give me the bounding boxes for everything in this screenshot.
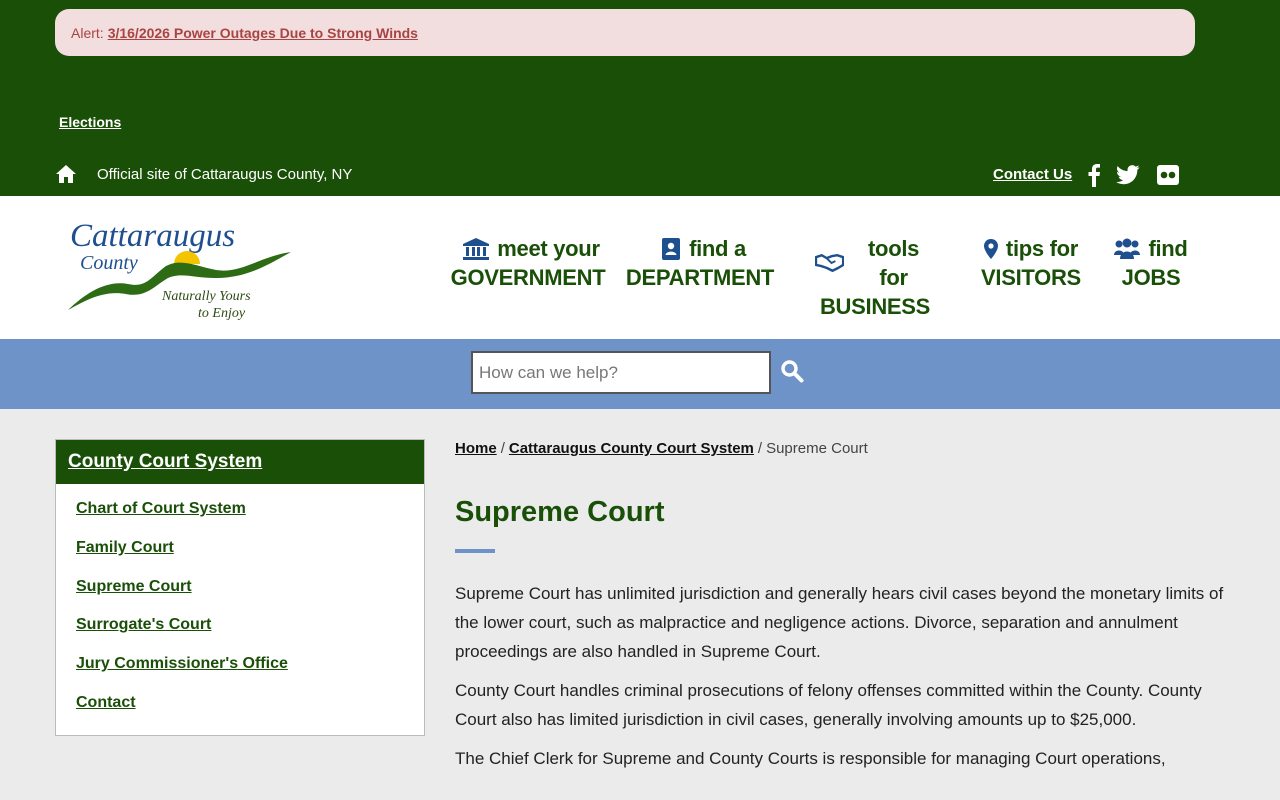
sidebar-header: County Court System xyxy=(56,440,424,484)
sidebar-item: Surrogate's Court xyxy=(76,616,424,655)
breadcrumb: Home / Cattaraugus County Court System / Sup… xyxy=(455,440,1225,462)
sidebar-item: Jury Commissioner's Office xyxy=(76,655,424,694)
sidebar-item: Supreme Court xyxy=(76,578,424,617)
breadcrumb-court-system[interactable]: Cattaraugus County Court System xyxy=(509,440,754,457)
breadcrumb-home[interactable]: Home xyxy=(455,440,497,457)
sidebar-list: Chart of Court System Family Court Supre… xyxy=(56,484,424,733)
nav-line1: tips for xyxy=(1005,236,1079,261)
nav-line1: tools for xyxy=(868,236,920,290)
home-icon[interactable] xyxy=(55,164,77,184)
official-site: Official site of Cattaraugus County, NY xyxy=(55,164,352,184)
logo-tagline-2: to Enjoy xyxy=(198,306,246,321)
alert-banner: Alert: 3/16/2026 Power Outages Due to St… xyxy=(55,9,1195,56)
logo-county: County xyxy=(80,252,138,274)
nav-tools-for-business[interactable]: tools for BUSINESS xyxy=(815,234,935,321)
search-button[interactable] xyxy=(779,358,805,384)
paragraph: County Court handles criminal prosecutio… xyxy=(455,681,1202,729)
sidebar-item-chart-of-court-system[interactable]: Chart of Court System xyxy=(76,500,246,517)
breadcrumb-separator: / xyxy=(500,440,505,457)
alert-link[interactable]: 3/16/2026 Power Outages Due to Strong Wi… xyxy=(108,25,418,41)
nav-line2: VISITORS xyxy=(981,265,1081,290)
sidebar-item: Chart of Court System xyxy=(76,500,424,539)
sidebar-item-surrogates-court[interactable]: Surrogate's Court xyxy=(76,616,211,633)
paragraph: Supreme Court has unlimited jurisdiction… xyxy=(455,584,1224,661)
breadcrumb-separator: / xyxy=(757,440,763,457)
nav-line2: DEPARTMENT xyxy=(625,265,775,290)
nav-line2: GOVERNMENT xyxy=(450,265,606,290)
sidebar-item-supreme-court[interactable]: Supreme Court xyxy=(76,578,192,595)
logo-title: Cattaraugus xyxy=(70,218,235,254)
twitter-icon[interactable] xyxy=(1115,162,1141,188)
users-icon xyxy=(1114,238,1141,259)
nav-tips-for-visitors[interactable]: tips for VISITORS xyxy=(978,234,1084,292)
handshake-icon xyxy=(815,254,845,272)
elections-link[interactable]: Elections xyxy=(59,114,121,130)
nav-line1: find a xyxy=(689,236,746,261)
sidebar-item-jury-commissioner[interactable]: Jury Commissioner's Office xyxy=(76,655,288,672)
facebook-icon[interactable] xyxy=(1081,162,1107,188)
sidebar-item-family-court[interactable]: Family Court xyxy=(76,539,174,556)
main-content: Home / Cattaraugus County Court System / Sup… xyxy=(455,440,1225,773)
sidebar-item: Family Court xyxy=(76,539,424,578)
nav-line2: JOBS xyxy=(1121,265,1181,290)
breadcrumb-current: Supreme Court xyxy=(766,440,868,457)
title-underline xyxy=(455,549,495,553)
logo-tagline-1: Naturally Yours xyxy=(161,289,251,304)
search-input[interactable] xyxy=(471,351,771,394)
nav-line1: find xyxy=(1148,236,1188,261)
nav-line1: meet your xyxy=(497,236,600,261)
nav-find-jobs[interactable]: find JOBS xyxy=(1112,234,1190,292)
nav-meet-your-government[interactable]: meet your GOVERNMENT xyxy=(451,234,608,292)
search-icon xyxy=(781,360,804,383)
address-book-icon xyxy=(662,237,681,260)
page-title: Supreme Court xyxy=(455,496,665,528)
alert-prefix: Alert: xyxy=(71,24,104,41)
sidebar-title-link[interactable]: County Court System xyxy=(68,451,262,473)
county-logo[interactable]: Cattaraugus County Naturally Yours to En… xyxy=(66,218,296,330)
map-pin-icon xyxy=(983,238,998,259)
contact-us-link[interactable]: Contact Us xyxy=(993,166,1072,183)
flickr-icon[interactable] xyxy=(1155,162,1181,188)
sidebar-item-contact[interactable]: Contact xyxy=(76,694,136,711)
nav-find-a-department[interactable]: find a DEPARTMENT xyxy=(626,234,777,292)
nav-line2: BUSINESS xyxy=(819,294,931,319)
building-icon xyxy=(463,237,490,260)
paragraph: The Chief Clerk for Supreme and County C… xyxy=(455,749,1166,768)
sidebar-nav: County Court System Chart of Court Syste… xyxy=(55,439,425,736)
sidebar-item: Contact xyxy=(76,694,424,733)
official-site-text: Official site of Cattaraugus County, NY xyxy=(97,165,353,183)
